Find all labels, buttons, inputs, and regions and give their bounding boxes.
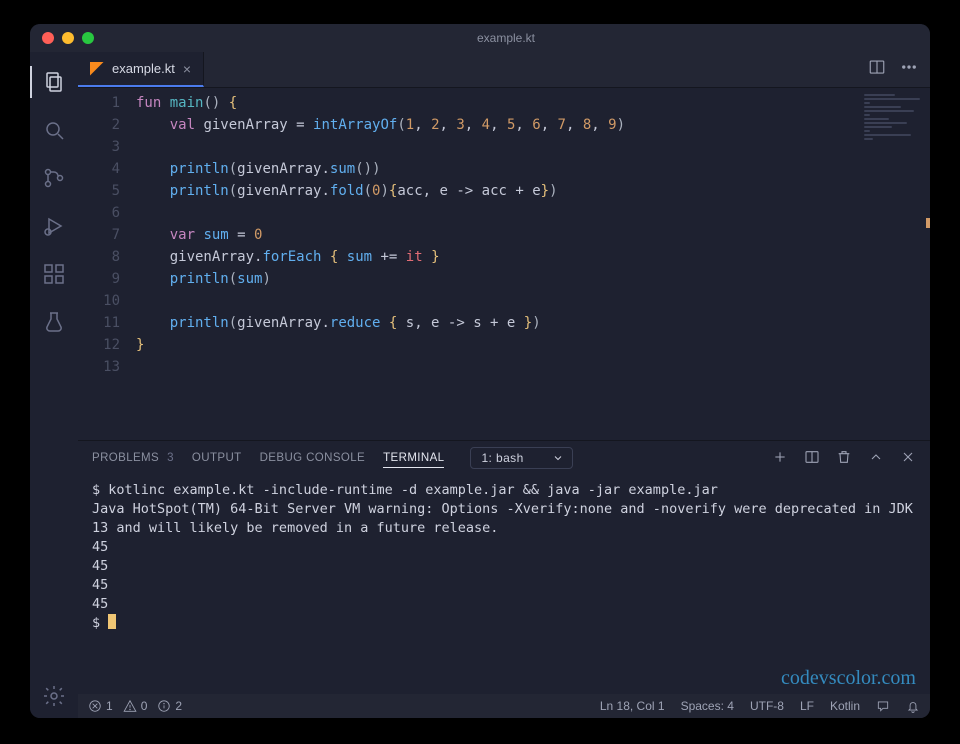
window-title: example.kt <box>94 31 918 45</box>
extensions-icon[interactable] <box>30 252 78 296</box>
close-tab-icon[interactable]: × <box>183 61 191 77</box>
tab-bar: example.kt × <box>78 52 930 88</box>
tab-example-kt[interactable]: example.kt × <box>78 52 204 87</box>
status-indentation[interactable]: Spaces: 4 <box>681 699 734 713</box>
source-control-icon[interactable] <box>30 156 78 200</box>
terminal-output[interactable]: $ kotlinc example.kt -include-runtime -d… <box>78 475 930 665</box>
notifications-icon[interactable] <box>906 699 920 713</box>
traffic-lights <box>42 32 94 44</box>
status-encoding[interactable]: UTF-8 <box>750 699 784 713</box>
split-editor-icon[interactable] <box>868 58 886 81</box>
new-terminal-icon[interactable] <box>772 449 788 468</box>
status-eol[interactable]: LF <box>800 699 814 713</box>
explorer-icon[interactable] <box>30 60 78 104</box>
close-panel-icon[interactable] <box>900 449 916 468</box>
maximize-panel-icon[interactable] <box>868 449 884 468</box>
status-bar: 1 0 2 Ln 18, Col 1 Spaces: 4 UTF-8 LF <box>78 694 930 718</box>
kotlin-file-icon <box>90 62 104 76</box>
editor-actions <box>856 52 930 87</box>
split-terminal-icon[interactable] <box>804 449 820 468</box>
problems-label: PROBLEMS <box>92 452 159 464</box>
tab-terminal[interactable]: TERMINAL <box>383 452 444 468</box>
tab-output[interactable]: OUTPUT <box>192 452 242 464</box>
zoom-window-icon[interactable] <box>82 32 94 44</box>
more-actions-icon[interactable] <box>900 58 918 81</box>
testing-icon[interactable] <box>30 300 78 344</box>
terminal-selector-label: 1: bash <box>481 451 523 465</box>
tab-label: example.kt <box>112 61 175 76</box>
main-area: example.kt × 12345678910111213 fun main(… <box>78 52 930 718</box>
status-info[interactable]: 2 <box>157 699 182 713</box>
tab-debug-console[interactable]: DEBUG CONSOLE <box>260 452 366 464</box>
status-language[interactable]: Kotlin <box>830 699 860 713</box>
status-errors[interactable]: 1 <box>88 699 113 713</box>
chevron-down-icon <box>552 452 564 464</box>
close-window-icon[interactable] <box>42 32 54 44</box>
line-number-gutter: 12345678910111213 <box>78 92 136 440</box>
tab-problems[interactable]: PROBLEMS 3 <box>92 452 174 464</box>
run-debug-icon[interactable] <box>30 204 78 248</box>
search-icon[interactable] <box>30 108 78 152</box>
minimize-window-icon[interactable] <box>62 32 74 44</box>
terminal-selector-dropdown[interactable]: 1: bash <box>470 447 572 469</box>
minimap[interactable] <box>860 88 930 440</box>
editor-window: example.kt <box>30 24 930 718</box>
status-cursor-position[interactable]: Ln 18, Col 1 <box>600 699 665 713</box>
activity-bar <box>30 52 78 718</box>
status-warnings[interactable]: 0 <box>123 699 148 713</box>
problems-count: 3 <box>167 452 174 464</box>
settings-gear-icon[interactable] <box>30 674 78 718</box>
code-editor[interactable]: 12345678910111213 fun main() { val given… <box>78 88 860 440</box>
title-bar: example.kt <box>30 24 930 52</box>
feedback-icon[interactable] <box>876 699 890 713</box>
panel-tab-bar: PROBLEMS 3 OUTPUT DEBUG CONSOLE TERMINAL… <box>78 441 930 475</box>
kill-terminal-icon[interactable] <box>836 449 852 468</box>
watermark: codevscolor.com <box>78 665 930 694</box>
code-content[interactable]: fun main() { val givenArray = intArrayOf… <box>136 92 860 440</box>
bottom-panel: PROBLEMS 3 OUTPUT DEBUG CONSOLE TERMINAL… <box>78 440 930 694</box>
